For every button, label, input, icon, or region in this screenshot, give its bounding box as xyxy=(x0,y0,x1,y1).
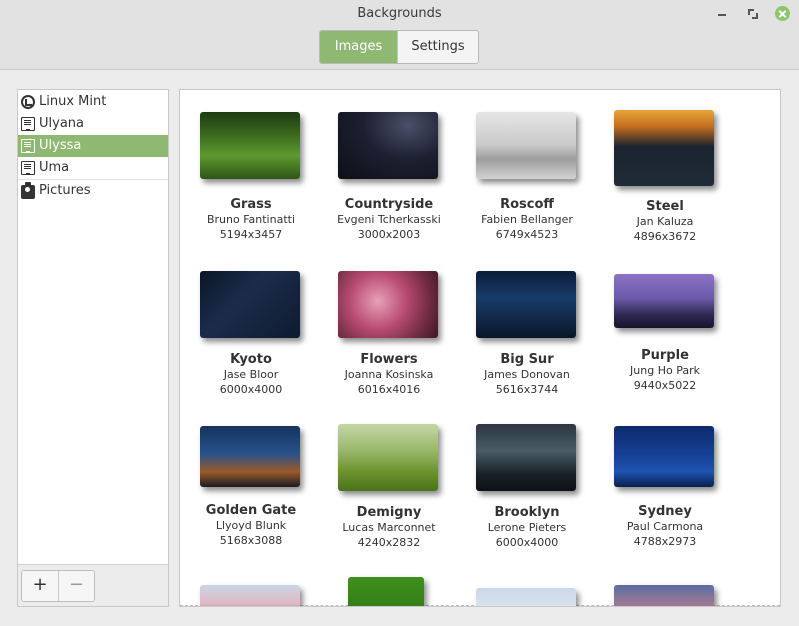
title-bar: Backgrounds Images Settings xyxy=(0,0,799,70)
close-icon[interactable] xyxy=(775,6,790,21)
sidebar-item-ulyana[interactable]: Ulyana xyxy=(18,113,168,135)
wallpaper-author: Jase Bloor xyxy=(223,368,279,381)
wallpaper-name: Steel xyxy=(646,199,684,214)
wallpaper-name: Grass xyxy=(230,197,272,212)
wallpaper-thumbnail[interactable] xyxy=(338,271,438,338)
wallpaper-name: Purple xyxy=(641,348,689,363)
wallpaper-name: Roscoff xyxy=(500,197,554,212)
sidebar-toolbar: + − xyxy=(18,564,168,606)
wallpaper-dimensions: 6016x4016 xyxy=(357,383,421,396)
wallpaper-name: Demigny xyxy=(356,505,422,520)
sidebar-item-label: Ulyssa xyxy=(39,138,82,153)
wallpaper-thumbnail[interactable] xyxy=(614,426,714,487)
wallpaper-dimensions: 3000x2003 xyxy=(357,228,421,241)
camera-icon xyxy=(21,182,35,199)
wallpaper-name: Brooklyn xyxy=(494,505,560,520)
wallpaper-dimensions: 5616x3744 xyxy=(495,383,559,396)
wallpaper-author: James Donovan xyxy=(484,368,570,381)
wallpaper-name: Flowers xyxy=(360,352,418,367)
wallpaper-author: Lerone Pieters xyxy=(487,521,567,534)
wallpaper-author: Llyoyd Blunk xyxy=(215,519,287,532)
sidebar-item-pictures[interactable]: Pictures xyxy=(18,180,168,202)
wallpaper-dimensions: 5168x3088 xyxy=(219,534,283,547)
tab-images[interactable]: Images xyxy=(320,31,397,63)
sidebar-item-label: Pictures xyxy=(39,183,91,198)
wallpaper-name: Big Sur xyxy=(500,352,554,367)
wallpaper-item[interactable]: Steel Jan Kaluza 4896x3672 xyxy=(594,90,728,606)
wallpaper-author: Jung Ho Park xyxy=(630,364,700,377)
monitor-icon xyxy=(21,139,35,153)
view-switcher: Images Settings xyxy=(319,30,479,64)
wallpaper-dimensions: 9440x5022 xyxy=(633,379,697,392)
remove-folder-button[interactable]: − xyxy=(58,571,94,601)
wallpaper-thumbnail[interactable] xyxy=(614,274,714,328)
wallpaper-thumbnail[interactable] xyxy=(200,426,300,487)
wallpaper-name: Countryside xyxy=(344,197,434,212)
backgrounds-window: Backgrounds Images Settings Linux Mint U… xyxy=(0,0,799,626)
wallpaper-thumbnail[interactable] xyxy=(476,588,576,606)
window-title: Backgrounds xyxy=(357,6,442,21)
wallpaper-author: Bruno Fantinatti xyxy=(206,213,296,226)
wallpaper-thumbnail[interactable] xyxy=(476,424,576,491)
wallpaper-item[interactable]: Grass Bruno Fantinatti 5194x3457 xyxy=(180,90,314,606)
wallpaper-author: Paul Carmona xyxy=(626,520,704,533)
wallpaper-name: Golden Gate xyxy=(205,503,297,518)
folder-buttons: + − xyxy=(21,570,95,602)
wallpaper-thumbnail[interactable] xyxy=(348,577,424,606)
wallpaper-thumbnail[interactable] xyxy=(200,112,300,179)
wallpaper-thumbnail[interactable] xyxy=(614,585,714,606)
wallpaper-dimensions: 6000x4000 xyxy=(219,383,283,396)
wallpaper-thumbnail[interactable] xyxy=(614,110,714,186)
linux-mint-icon xyxy=(21,95,35,109)
wallpaper-thumbnail[interactable] xyxy=(200,271,300,338)
sidebar-item-label: Linux Mint xyxy=(39,94,107,109)
wallpaper-author: Jan Kaluza xyxy=(636,215,694,228)
wallpaper-thumbnail[interactable] xyxy=(338,112,438,179)
wallpaper-name: Sydney xyxy=(638,504,692,519)
wallpaper-thumbnail[interactable] xyxy=(338,424,438,491)
wallpaper-item[interactable]: Roscoff Fabien Bellanger 6749x4523 xyxy=(456,90,590,606)
wallpaper-dimensions: 6749x4523 xyxy=(495,228,559,241)
wallpaper-name: Kyoto xyxy=(230,352,272,367)
monitor-icon xyxy=(21,161,35,175)
wallpaper-thumbnail[interactable] xyxy=(200,585,300,606)
wallpaper-author: Fabien Bellanger xyxy=(481,213,573,226)
minimize-icon[interactable] xyxy=(715,6,729,20)
wallpaper-thumbnail[interactable] xyxy=(476,271,576,338)
sidebar-item-label: Ulyana xyxy=(39,116,84,131)
wallpaper-dimensions: 6000x4000 xyxy=(495,536,559,549)
sidebar-item-uma[interactable]: Uma xyxy=(18,157,168,179)
sidebar-item-linux-mint[interactable]: Linux Mint xyxy=(18,91,168,113)
wallpaper-author: Evgeni Tcherkasski xyxy=(337,213,441,226)
collections-list: Linux Mint Ulyana Ulyssa Uma Pictures xyxy=(18,91,168,202)
sidebar-item-label: Uma xyxy=(39,160,70,175)
wallpaper-thumbnail[interactable] xyxy=(476,112,576,179)
tab-settings[interactable]: Settings xyxy=(397,31,478,63)
wallpaper-dimensions: 4896x3672 xyxy=(633,230,697,243)
wallpaper-dimensions: 5194x3457 xyxy=(219,228,283,241)
wallpaper-grid[interactable]: Grass Bruno Fantinatti 5194x3457 Countrysid… xyxy=(179,89,781,607)
wallpaper-dimensions: 4788x2973 xyxy=(633,535,697,548)
add-folder-button[interactable]: + xyxy=(22,571,58,601)
monitor-icon xyxy=(21,117,35,131)
maximize-icon[interactable] xyxy=(745,6,759,20)
wallpaper-author: Lucas Marconnet xyxy=(342,521,436,534)
wallpaper-dimensions: 4240x2832 xyxy=(357,536,421,549)
collections-sidebar: Linux Mint Ulyana Ulyssa Uma Pictures + … xyxy=(17,89,169,607)
wallpaper-item[interactable]: Countryside Evgeni Tcherkasski 3000x2003 xyxy=(318,90,452,606)
sidebar-item-ulyssa[interactable]: Ulyssa xyxy=(18,135,168,157)
wallpaper-author: Joanna Kosinska xyxy=(344,368,434,381)
